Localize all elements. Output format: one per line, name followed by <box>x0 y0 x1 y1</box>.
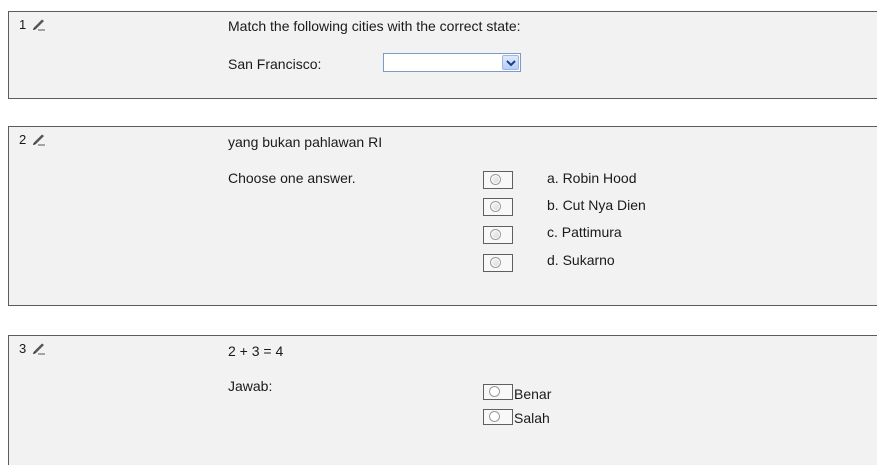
edit-pencil-icon[interactable] <box>32 19 46 31</box>
option-label-a: a. Robin Hood <box>547 170 637 186</box>
question-number: 3 <box>19 341 46 356</box>
question-3: 3 2 + 3 = 4 Jawab: Benar Salah <box>8 335 877 465</box>
question-number-label: 2 <box>19 132 27 147</box>
question-number-label: 1 <box>19 17 27 32</box>
question-2: 2 yang bukan pahlawan RI Choose one answ… <box>8 126 877 306</box>
chevron-down-icon <box>506 60 516 67</box>
answer-prompt: Choose one answer. <box>228 170 356 186</box>
select-dropdown-button[interactable] <box>502 55 519 70</box>
question-number: 2 <box>19 132 46 147</box>
option-radio-benar[interactable] <box>483 384 513 400</box>
option-radio-salah[interactable] <box>483 409 513 425</box>
option-label-salah: Salah <box>514 410 550 426</box>
question-1: 1 Match the following cities with the co… <box>8 11 877 99</box>
option-radio-c[interactable] <box>483 226 513 244</box>
question-text: yang bukan pahlawan RI <box>228 134 383 150</box>
edit-pencil-icon[interactable] <box>32 134 46 146</box>
option-label-d: d. Sukarno <box>547 252 615 268</box>
option-radio-a[interactable] <box>483 171 513 189</box>
edit-pencil-icon[interactable] <box>32 343 46 355</box>
question-number: 1 <box>19 17 46 32</box>
option-radio-d[interactable] <box>483 254 513 272</box>
state-select[interactable] <box>383 53 521 72</box>
option-radio-b[interactable] <box>483 198 513 216</box>
question-text: Match the following cities with the corr… <box>228 18 521 34</box>
answer-prompt: Jawab: <box>228 378 273 394</box>
option-label-benar: Benar <box>514 386 552 402</box>
option-label-b: b. Cut Nya Dien <box>547 197 646 213</box>
option-label-c: c. Pattimura <box>547 224 622 240</box>
sub-question-label: San Francisco: <box>228 56 322 72</box>
question-number-label: 3 <box>19 341 27 356</box>
question-text: 2 + 3 = 4 <box>228 343 284 359</box>
